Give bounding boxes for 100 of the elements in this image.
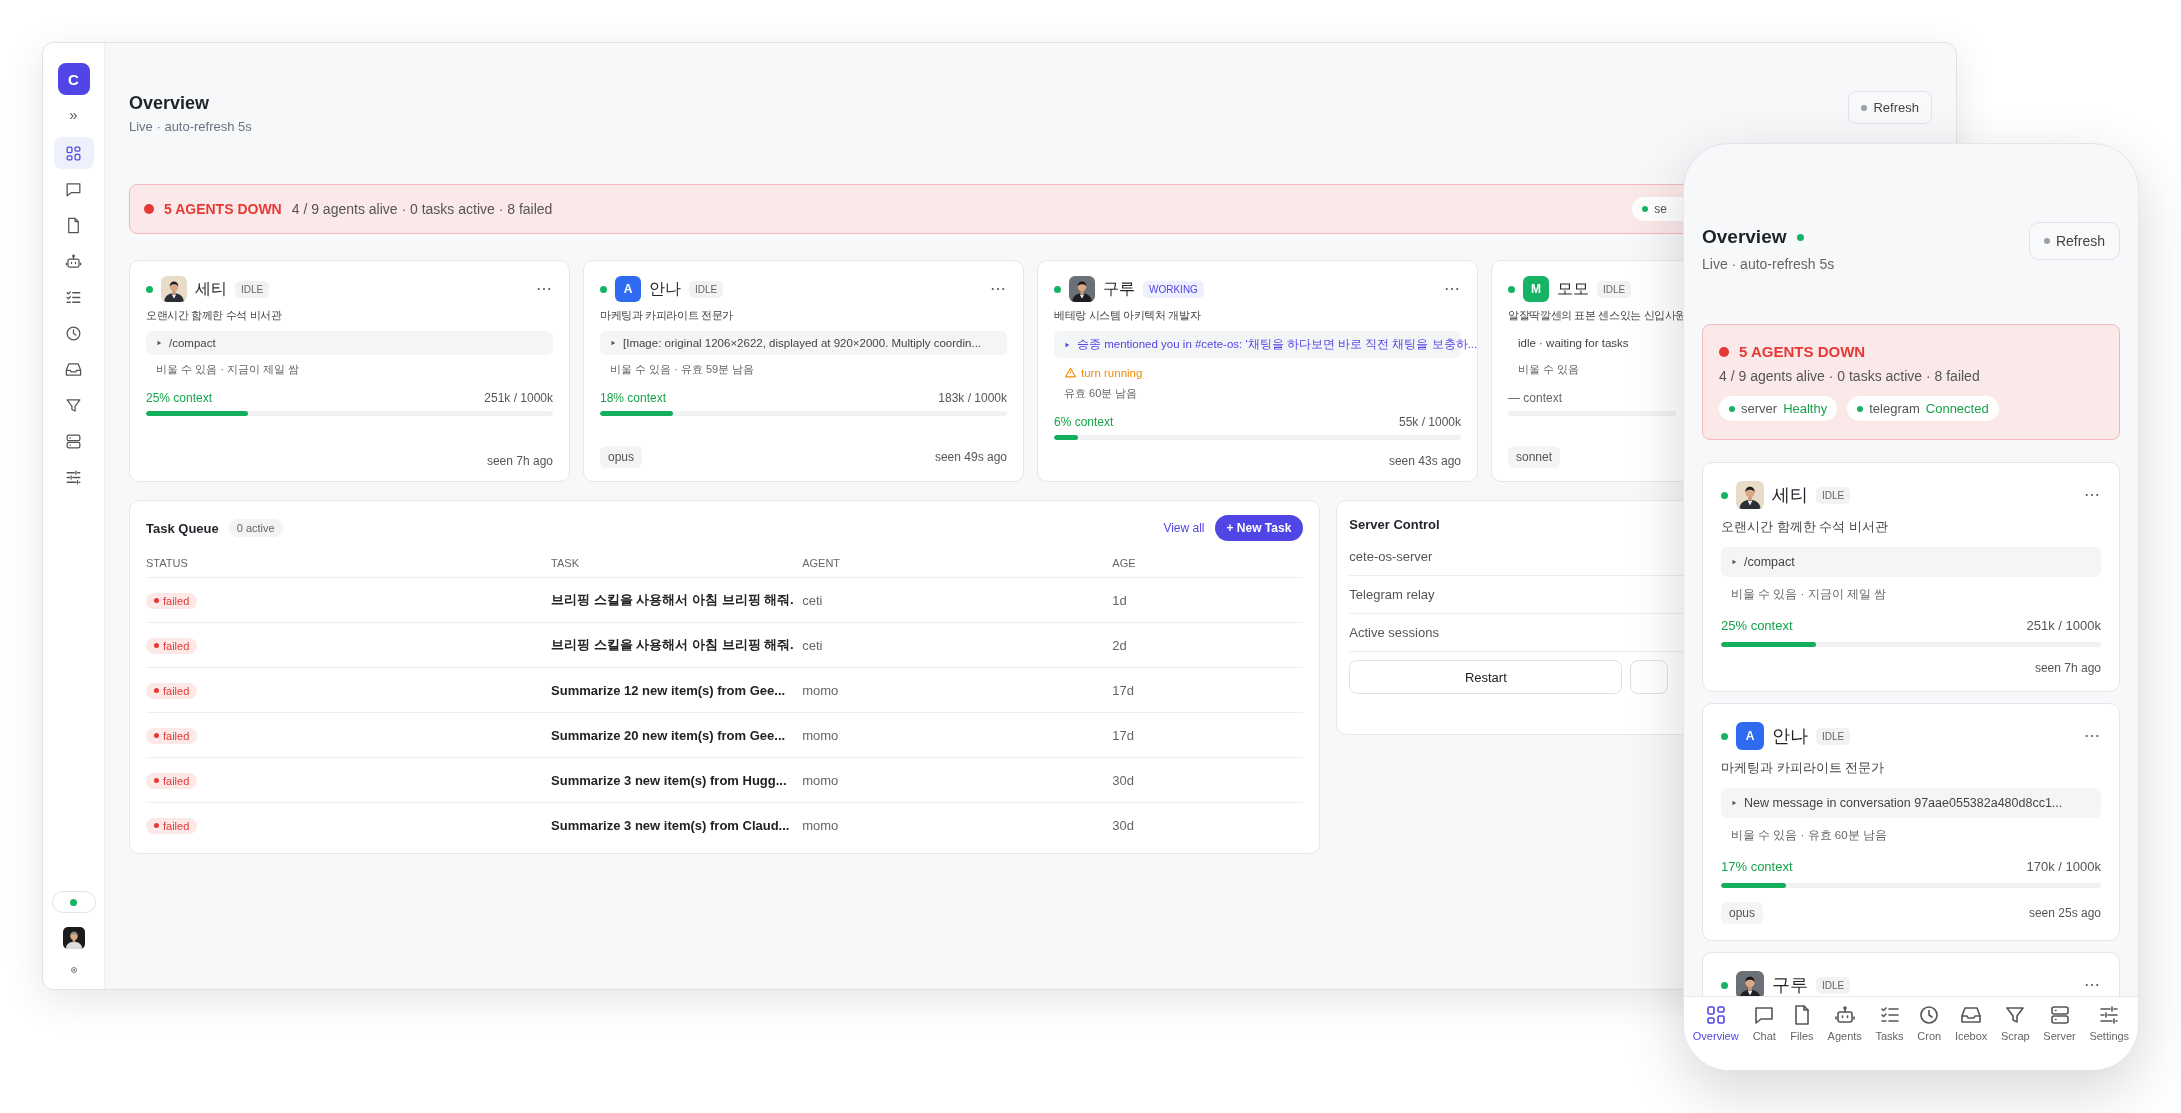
- nav-tab[interactable]: Overview: [1692, 1003, 1739, 1047]
- status-pill: failed: [146, 727, 198, 744]
- activity-text: 승종 mentioned you in #cete-os: '채팅을 하다보면 바로 직전 채팅을 보충하...: [1077, 337, 1478, 352]
- table-cell: 브리핑 스킬을 사용해서 아침 브리핑 해줘.: [551, 577, 803, 623]
- status-pill: failed: [146, 682, 198, 699]
- column-header: STATUS: [146, 549, 552, 578]
- bullet-icon: [1731, 559, 1737, 565]
- alert-dot: [1719, 346, 1729, 357]
- page-title: Overview: [129, 92, 211, 115]
- nav-tab[interactable]: Server: [2043, 1003, 2076, 1047]
- chip-value: Healthy: [1783, 401, 1828, 416]
- table-cell: 1d: [1112, 577, 1304, 623]
- bullet-icon: [1731, 800, 1737, 806]
- chip-label: server: [1741, 401, 1778, 416]
- chip-label: se: [1654, 202, 1667, 216]
- context-label: 25% context: [1721, 618, 1793, 633]
- avatar: M: [1523, 276, 1549, 302]
- expand-toggle[interactable]: »: [69, 105, 78, 125]
- agent-name: 안나: [1772, 725, 1808, 748]
- context-usage: 170k / 1000k: [2026, 859, 2101, 874]
- refresh-button[interactable]: Refresh: [2028, 222, 2120, 260]
- app-logo: C: [57, 63, 90, 95]
- nav-tab[interactable]: Cron: [1917, 1003, 1942, 1047]
- agent-role: 마케팅과 카피라이트 전문가: [600, 309, 733, 323]
- alert-title: 5 AGENTS DOWN: [1739, 343, 1866, 360]
- context-usage: 251k / 1000k: [2026, 618, 2101, 633]
- table-cell: ceti: [802, 622, 1113, 668]
- table-cell: momo: [802, 802, 1113, 847]
- model-tag: sonnet: [1508, 446, 1561, 468]
- table-cell: 브리핑 스킬을 사용해서 아침 브리핑 해줘.: [551, 622, 803, 668]
- agent-note: 비울 수 있음 · 지금이 제일 쌈: [156, 362, 299, 377]
- context-usage: 251k / 1000k: [484, 391, 553, 405]
- table-cell: 30d: [1112, 757, 1304, 803]
- bullet-icon: [610, 340, 616, 346]
- panel-title: Task Queue: [146, 520, 219, 536]
- last-seen: seen 7h ago: [486, 454, 553, 468]
- agent-note: 비울 수 있음 · 유효 60분 남음: [1731, 828, 1887, 843]
- agent-name: 구루: [1772, 974, 1808, 996]
- status-badge: IDLE: [235, 280, 270, 298]
- view-all-link[interactable]: View all: [1163, 521, 1205, 535]
- agent-name: 세티: [195, 278, 227, 299]
- nav-tab[interactable]: Icebox: [1954, 1003, 1988, 1047]
- model-tag: opus: [600, 446, 643, 468]
- agent-role: 오랜시간 함께한 수석 비서관: [146, 309, 282, 323]
- table-cell: Summarize 3 new item(s) from Hugg...: [551, 757, 803, 803]
- count-badge: 0 active: [228, 519, 283, 537]
- table-cell: Summarize 20 new item(s) from Gee...: [551, 712, 803, 758]
- bullet-icon: [156, 340, 162, 346]
- activity-text: /compact: [1744, 555, 1795, 569]
- server-row-label: Active sessions: [1349, 625, 1439, 640]
- status-badge: IDLE: [1816, 727, 1851, 745]
- nav-tab[interactable]: Files: [1789, 1003, 1814, 1047]
- context-usage: 183k / 1000k: [938, 391, 1007, 405]
- server-row-label: Telegram relay: [1349, 587, 1435, 602]
- action-button[interactable]: Restart: [1349, 660, 1623, 694]
- refresh-button[interactable]: Refresh: [1848, 91, 1932, 124]
- last-seen: seen 7h ago: [2034, 661, 2101, 675]
- nav-tab[interactable]: Agents: [1827, 1003, 1862, 1047]
- activity-text: /compact: [169, 337, 216, 349]
- last-seen: seen 43s ago: [1388, 454, 1461, 468]
- agent-name: 세티: [1772, 484, 1808, 507]
- page-subtitle: Live · auto-refresh 5s: [1702, 256, 1835, 272]
- chip-value: Connected: [1925, 401, 1989, 416]
- last-seen: seen 25s ago: [2028, 906, 2101, 920]
- context-usage: 55k / 1000k: [1398, 415, 1461, 429]
- nav-tab[interactable]: Scrap: [2000, 1003, 2030, 1047]
- status-pill: failed: [146, 817, 198, 834]
- nav-tab[interactable]: Chat: [1752, 1003, 1777, 1047]
- context-label: 18% context: [600, 391, 667, 405]
- agent-role: 오랜시간 함께한 수석 비서관: [1721, 518, 1888, 536]
- table-cell: 17d: [1112, 712, 1304, 758]
- nav-tab[interactable]: Settings: [2089, 1003, 2130, 1047]
- table-cell: momo: [802, 757, 1113, 803]
- activity-text: New message in conversation 97aae055382a480d8cc1...: [1744, 796, 2063, 810]
- status-badge: IDLE: [1816, 976, 1851, 994]
- page-title: Overview: [1702, 226, 1787, 248]
- sidebar-item[interactable]: [53, 137, 94, 169]
- activity-text: idle · waiting for tasks: [1518, 337, 1629, 349]
- agent-note: 비울 수 있음 · 지금이 제일 쌈: [1731, 587, 1886, 602]
- new-task-button[interactable]: + New Task: [1214, 515, 1304, 541]
- avatar: A: [1736, 722, 1764, 750]
- column-header: AGE: [1112, 549, 1304, 578]
- agent-note: 유효 60분 남음: [1064, 386, 1138, 401]
- column-header: AGENT: [802, 549, 1113, 578]
- context-label: 17% context: [1721, 859, 1793, 874]
- agent-note: 비울 수 있음: [1518, 362, 1580, 377]
- last-seen: seen 49s ago: [934, 450, 1007, 464]
- bullet-icon: [1064, 341, 1070, 348]
- table-cell: 17d: [1112, 667, 1304, 713]
- agent-name: 구루: [1103, 278, 1135, 299]
- warning-icon: [1064, 366, 1077, 379]
- model-tag: opus: [1721, 902, 1764, 924]
- chip-label: telegram: [1869, 401, 1920, 416]
- circle-icon[interactable]: [68, 965, 79, 975]
- table-cell: 30d: [1112, 802, 1304, 847]
- table-cell: 2d: [1112, 622, 1304, 668]
- agent-note: 비울 수 있음 · 유효 59분 남음: [610, 362, 755, 377]
- nav-tab[interactable]: Tasks: [1875, 1003, 1904, 1047]
- agent-name: 모모: [1557, 278, 1589, 299]
- panel-title: Server Control: [1349, 517, 1440, 532]
